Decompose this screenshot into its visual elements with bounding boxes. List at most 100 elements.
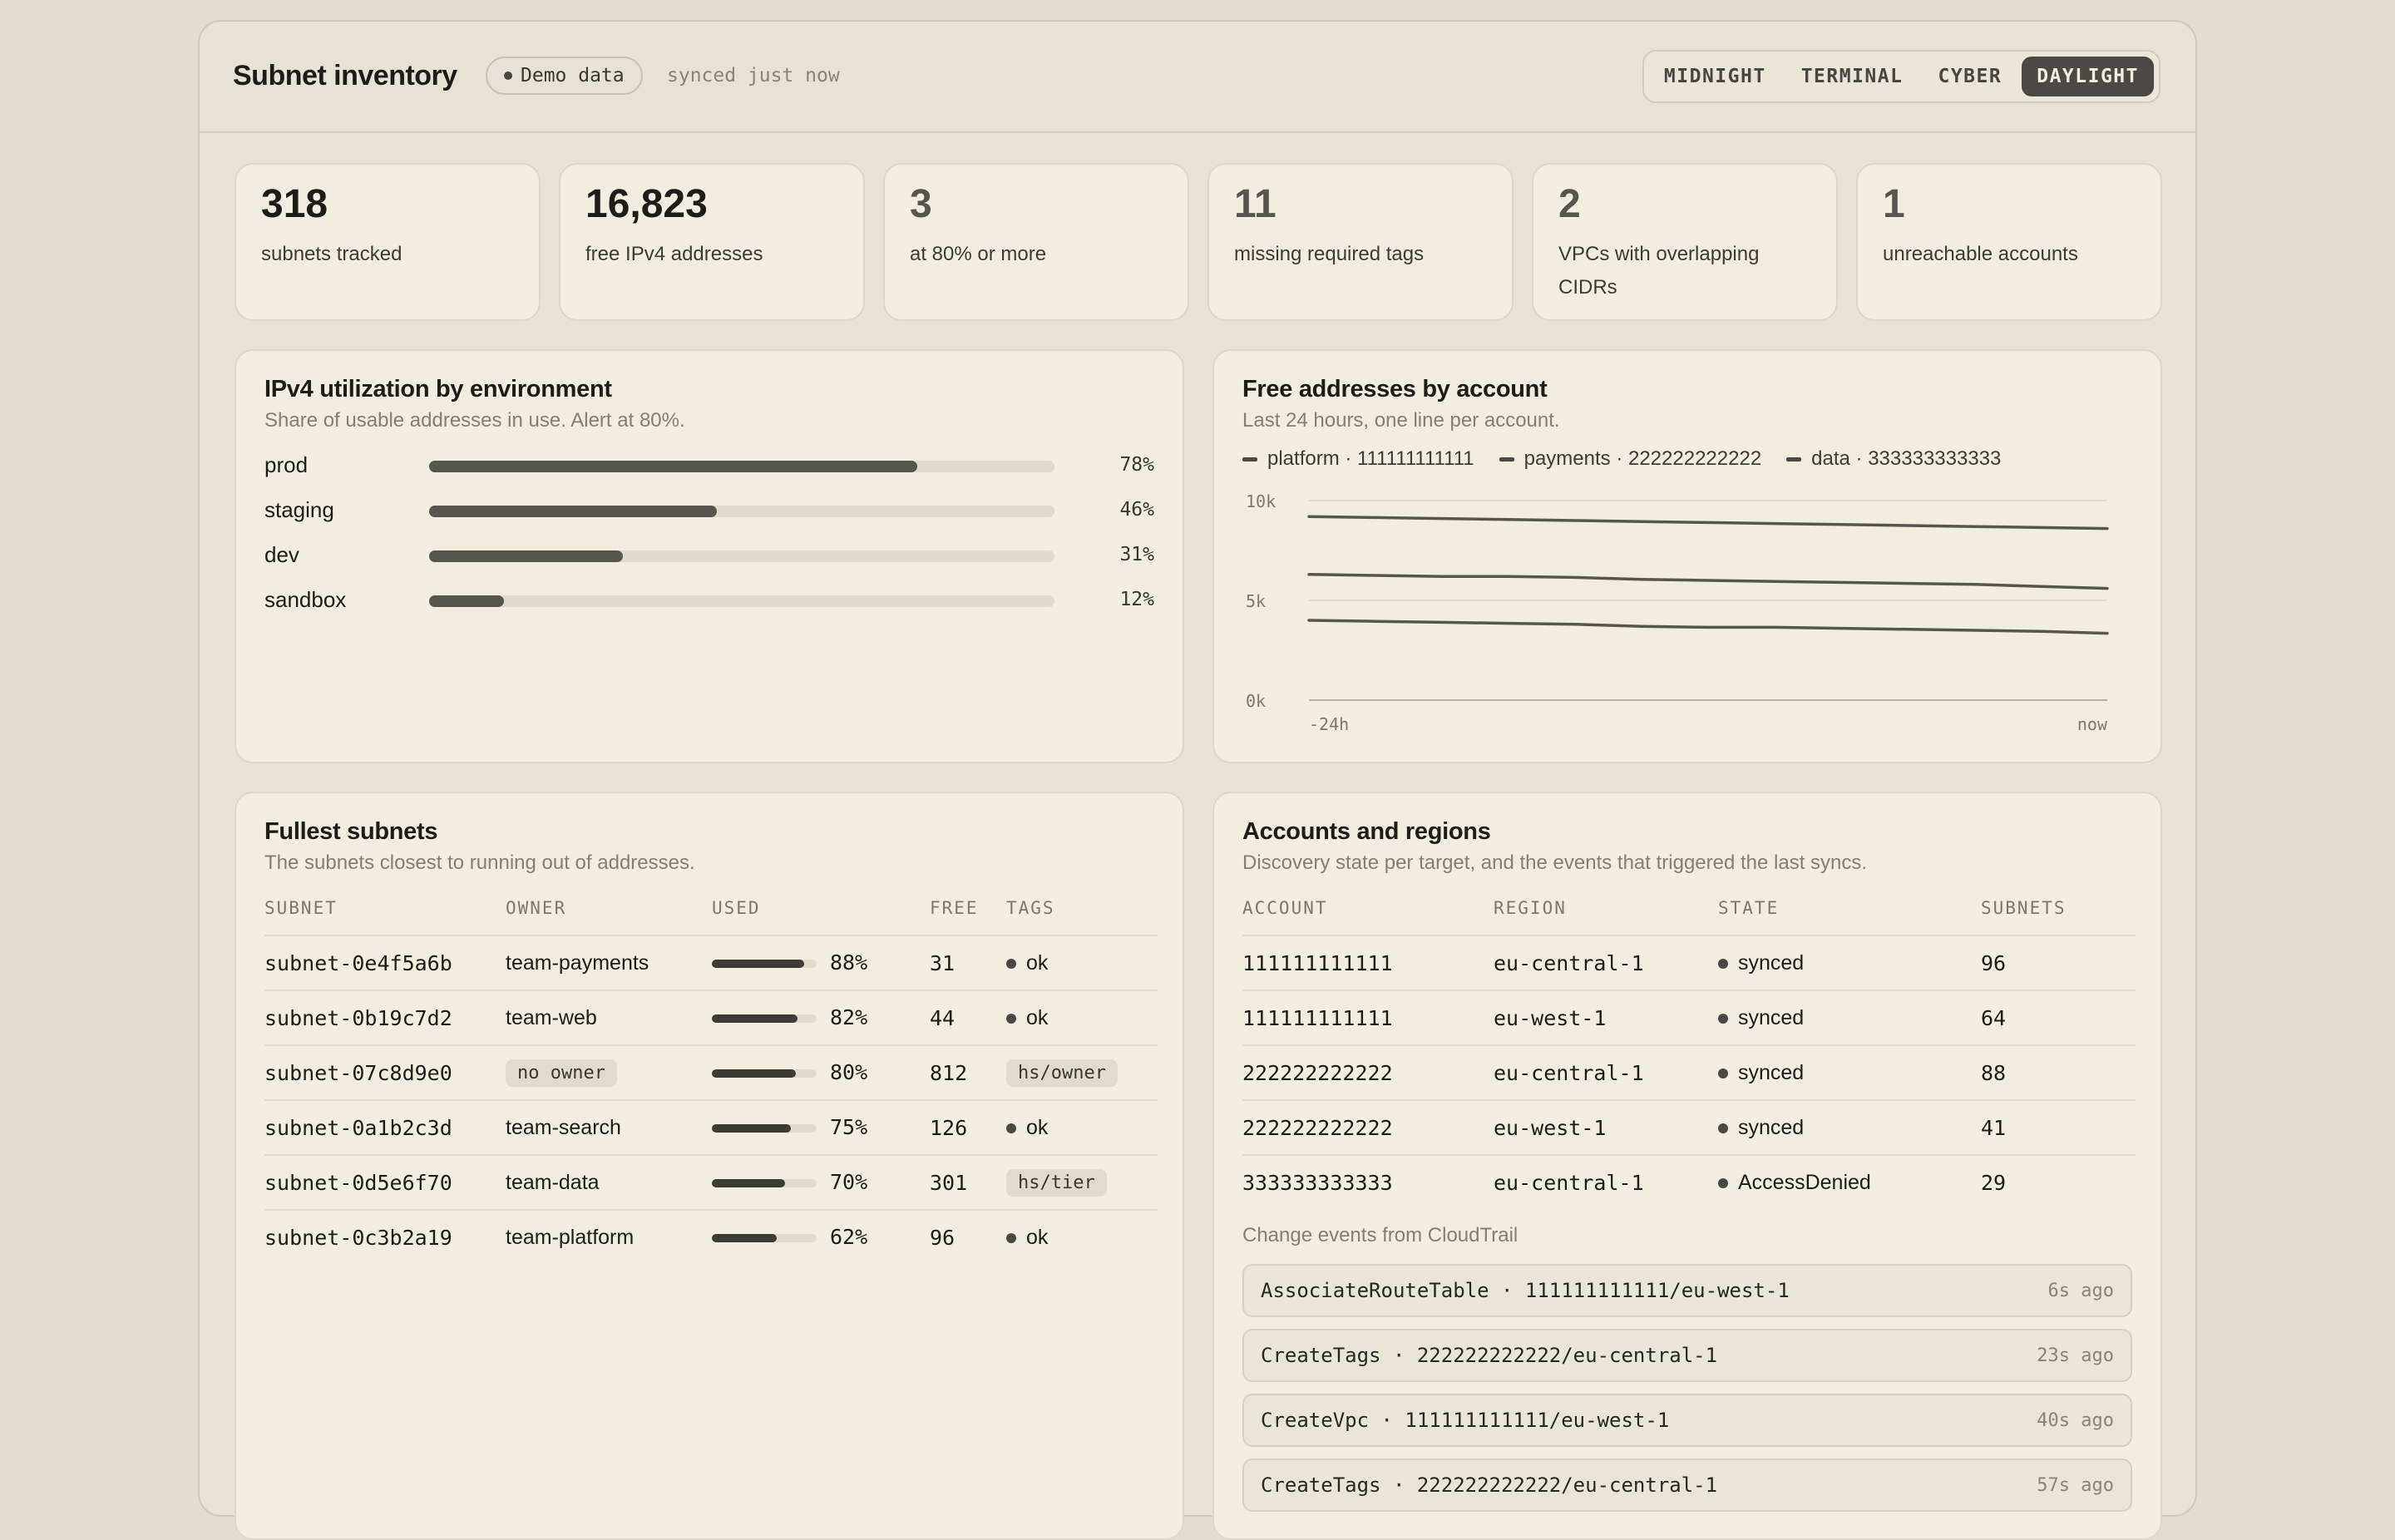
util-track	[429, 550, 1054, 562]
used-cell: 88%	[712, 935, 930, 990]
subnet-id[interactable]: subnet-0b19c7d2	[264, 990, 506, 1045]
table-row[interactable]: 222222222222 eu-west-1 synced 41	[1242, 1099, 2136, 1155]
subnet-count: 29	[1981, 1154, 2136, 1209]
util-track	[429, 595, 1054, 607]
theme-midnight-button[interactable]: MIDNIGHT	[1649, 57, 1781, 96]
used-percent: 70%	[830, 1170, 868, 1194]
event-item[interactable]: CreateTags · 222222222222/eu-central-1 23…	[1242, 1329, 2132, 1382]
card-subtitle: Discovery state per target, and the even…	[1242, 851, 1868, 874]
stat-label: at 80% or more	[910, 243, 1047, 265]
stat-card-overlapping-vpcs: 2 VPCs with overlapping CIDRs	[1532, 163, 1838, 321]
account-id: 333333333333	[1242, 1154, 1494, 1209]
table-row[interactable]: subnet-0e4f5a6b team-payments 88% 31 ok	[264, 935, 1158, 990]
owner-name: team-web	[506, 1005, 597, 1029]
event-text: AssociateRouteTable · 111111111111/eu-we…	[1261, 1279, 1790, 1302]
status-dot-icon	[504, 72, 512, 80]
owner-cell: team-search	[506, 1099, 712, 1155]
region: eu-central-1	[1494, 1154, 1718, 1209]
x-tick-label: now	[2077, 714, 2108, 734]
ok-dot-icon	[1006, 1123, 1016, 1133]
events-heading: Change events from CloudTrail	[1242, 1224, 1518, 1246]
table-header-row: SUBNET OWNER USED FREE TAGS	[264, 898, 1158, 935]
stat-label: subnets tracked	[261, 243, 402, 265]
accounts-regions-card: Accounts and regions Discovery state per…	[1212, 792, 2162, 1540]
free-addresses-line-chart: 10k 5k 0k -24h now	[1246, 491, 2109, 734]
event-item[interactable]: AssociateRouteTable · 111111111111/eu-we…	[1242, 1264, 2132, 1317]
state-dot-icon	[1718, 958, 1728, 969]
column-header[interactable]: USED	[712, 898, 930, 935]
column-header[interactable]: ACCOUNT	[1242, 898, 1494, 935]
event-item[interactable]: CreateTags · 222222222222/eu-central-1 57…	[1242, 1459, 2132, 1512]
free-count: 301	[930, 1154, 1006, 1210]
theme-cyber-button[interactable]: CYBER	[1923, 57, 2017, 96]
account-id: 111111111111	[1242, 990, 1494, 1045]
table-row[interactable]: subnet-0a1b2c3d team-search 75% 126 ok	[264, 1099, 1158, 1155]
theme-terminal-button[interactable]: TERMINAL	[1786, 57, 1918, 96]
column-header[interactable]: TAGS	[1006, 898, 1158, 935]
tags-cell: hs/tier	[1006, 1154, 1158, 1210]
util-fill	[429, 461, 917, 472]
table-row[interactable]: subnet-0c3b2a19 team-platform 62% 96 ok	[264, 1209, 1158, 1264]
subnet-id[interactable]: subnet-0e4f5a6b	[264, 935, 506, 990]
stat-label: VPCs with overlapping CIDRs	[1558, 243, 1760, 299]
ok-dot-icon	[1006, 958, 1016, 969]
used-fill	[712, 1124, 791, 1133]
table-row[interactable]: 222222222222 eu-central-1 synced 88	[1242, 1044, 2136, 1100]
used-fill	[712, 1069, 796, 1078]
used-cell: 62%	[712, 1209, 930, 1264]
theme-daylight-button[interactable]: DAYLIGHT	[2022, 57, 2154, 96]
column-header[interactable]: SUBNETS	[1981, 898, 2136, 935]
util-env-label: dev	[264, 542, 299, 567]
subnet-count: 96	[1981, 935, 2136, 990]
fullest-subnets-table: SUBNET OWNER USED FREE TAGS subnet-0e4f5…	[264, 898, 1158, 1264]
stat-label: unreachable accounts	[1883, 243, 2078, 265]
state-dot-icon	[1718, 1123, 1728, 1133]
subnet-count: 88	[1981, 1044, 2136, 1100]
column-header[interactable]: FREE	[930, 898, 1006, 935]
state-label: AccessDenied	[1738, 1170, 1871, 1194]
used-percent: 75%	[830, 1115, 868, 1139]
y-tick-label: 0k	[1246, 691, 1266, 711]
owner-cell: team-data	[506, 1154, 712, 1210]
event-time: 57s ago	[2037, 1475, 2114, 1496]
card-subtitle: Share of usable addresses in use. Alert …	[264, 409, 685, 432]
state-cell: synced	[1718, 935, 1981, 990]
column-header[interactable]: SUBNET	[264, 898, 506, 935]
table-row[interactable]: 333333333333 eu-central-1 AccessDenied 29	[1242, 1154, 2136, 1209]
utilization-card: IPv4 utilization by environment Share of…	[235, 349, 1184, 763]
column-header[interactable]: STATE	[1718, 898, 1981, 935]
subnet-id[interactable]: subnet-0c3b2a19	[264, 1209, 506, 1264]
column-header[interactable]: OWNER	[506, 898, 712, 935]
owner-cell: team-web	[506, 990, 712, 1045]
stat-value: 318	[261, 182, 328, 226]
table-header-row: ACCOUNT REGION STATE SUBNETS	[1242, 898, 2136, 935]
table-row[interactable]: subnet-0b19c7d2 team-web 82% 44 ok	[264, 990, 1158, 1045]
subnet-id[interactable]: subnet-0d5e6f70	[264, 1154, 506, 1210]
used-bar	[712, 960, 817, 969]
ok-dot-icon	[1006, 1232, 1016, 1243]
free-count: 126	[930, 1099, 1006, 1155]
stat-card-high-utilization: 3 at 80% or more	[883, 163, 1189, 321]
stat-card-missing-tags: 11 missing required tags	[1207, 163, 1514, 321]
owner-name: team-platform	[506, 1225, 635, 1249]
used-bar	[712, 1069, 817, 1078]
table-row[interactable]: 111111111111 eu-west-1 synced 64	[1242, 990, 2136, 1045]
stat-value: 1	[1883, 182, 1905, 226]
subnet-id[interactable]: subnet-07c8d9e0	[264, 1044, 506, 1100]
subnet-id[interactable]: subnet-0a1b2c3d	[264, 1099, 506, 1155]
card-title: IPv4 utilization by environment	[264, 376, 612, 402]
stat-label: missing required tags	[1234, 243, 1425, 265]
legend-swatch	[1786, 457, 1802, 462]
stat-value: 2	[1558, 182, 1581, 226]
event-item[interactable]: CreateVpc · 111111111111/eu-west-1 40s ag…	[1242, 1394, 2132, 1447]
table-row[interactable]: subnet-0d5e6f70 team-data 70% 301 hs/tier	[264, 1154, 1158, 1210]
table-row[interactable]: 111111111111 eu-central-1 synced 96	[1242, 935, 2136, 990]
missing-tag-badge: hs/tier	[1006, 1168, 1107, 1197]
column-header[interactable]: REGION	[1494, 898, 1718, 935]
used-fill	[712, 1234, 778, 1243]
state-dot-icon	[1718, 1068, 1728, 1078]
event-text: CreateTags · 222222222222/eu-central-1	[1261, 1473, 1718, 1497]
used-cell: 70%	[712, 1154, 930, 1210]
state-dot-icon	[1718, 1177, 1728, 1188]
table-row[interactable]: subnet-07c8d9e0 no owner 80% 812 hs/owner	[264, 1044, 1158, 1100]
